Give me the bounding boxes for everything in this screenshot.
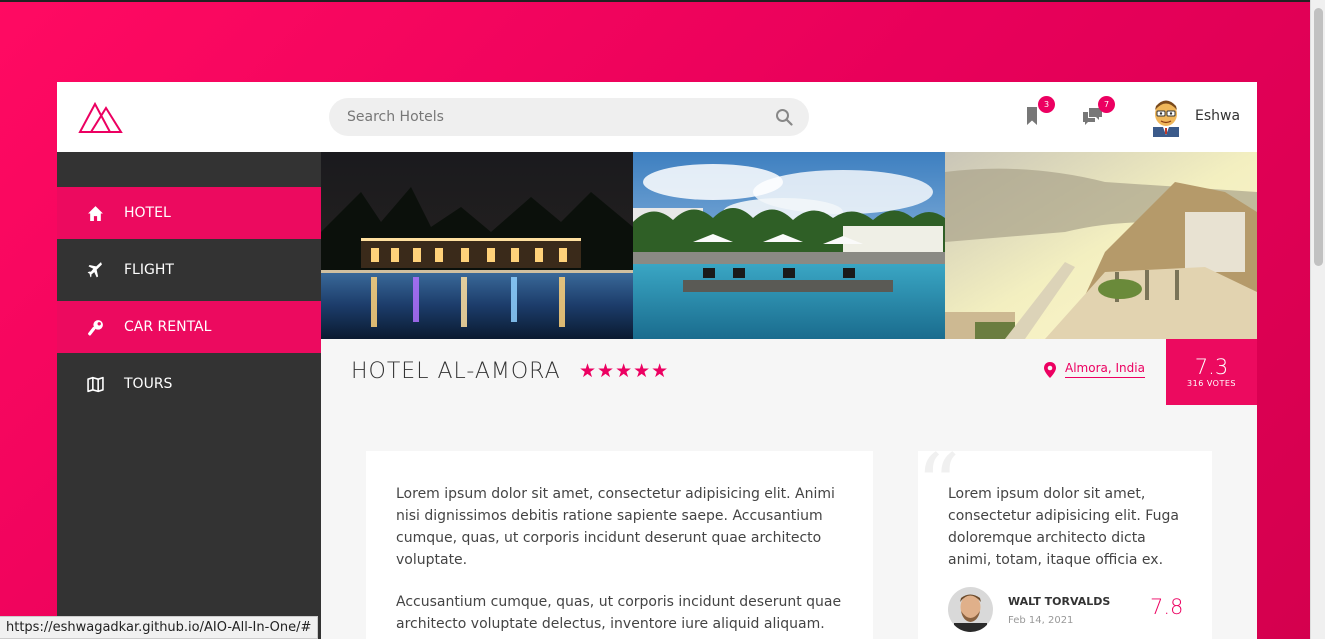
rating-box: 7.3 316 VOTES xyxy=(1166,339,1257,405)
hotel-title-bar: HOTEL AL-AMORA ★★★★★ Almora, India 7.3 3… xyxy=(321,339,1257,405)
location-pin-icon xyxy=(1044,361,1056,378)
scrollbar-thumb[interactable] xyxy=(1314,8,1323,266)
page-scrollbar[interactable] xyxy=(1310,0,1325,639)
review-card: “ Lorem ipsum dolor sit amet, consectetu… xyxy=(916,443,1212,639)
sidebar-item-car-rental[interactable]: CAR RENTAL xyxy=(57,301,321,353)
header: 3 7 Eshwa xyxy=(57,82,1257,152)
avatar[interactable] xyxy=(1149,97,1183,137)
search-bar xyxy=(329,98,809,136)
location-link[interactable]: Almora, India xyxy=(1065,361,1145,378)
link-status-bar: https://eshwagadkar.github.io/AIO-All-In… xyxy=(0,616,319,639)
bookmarks-button[interactable]: 3 xyxy=(1021,96,1055,128)
sidebar-item-hotel[interactable]: HOTEL xyxy=(57,187,321,239)
reviewer-avatar[interactable] xyxy=(948,587,993,632)
sidebar-item-label: TOURS xyxy=(124,376,173,392)
star-rating: ★★★★★ xyxy=(579,360,670,382)
sidebar-item-tours[interactable]: TOURS xyxy=(57,358,321,410)
hotel-name: HOTEL AL-AMORA xyxy=(351,359,561,384)
vote-count: 316 VOTES xyxy=(1187,379,1236,388)
map-icon xyxy=(87,376,104,392)
sidebar-item-flight[interactable]: FLIGHT xyxy=(57,244,321,296)
review-text: Lorem ipsum dolor sit amet, consectetur … xyxy=(948,486,1179,568)
app-container: 3 7 Eshwa HOTEL xyxy=(57,82,1257,639)
description-paragraph-1: Lorem ipsum dolor sit amet, consectetur … xyxy=(396,486,835,568)
review-date: Feb 14, 2021 xyxy=(1008,615,1074,626)
home-icon xyxy=(88,205,103,221)
hotel-photo-day-pool[interactable] xyxy=(633,152,945,339)
sidebar-item-label: FLIGHT xyxy=(124,262,174,278)
sidebar-item-label: CAR RENTAL xyxy=(124,319,212,335)
message-count-badge: 7 xyxy=(1098,96,1115,113)
reviewer-name: WALT TORVALDS xyxy=(1008,595,1111,608)
hotel-location: Almora, India xyxy=(1043,361,1145,378)
wrench-icon xyxy=(88,319,103,336)
description-card: Lorem ipsum dolor sit amet, consectetur … xyxy=(366,451,873,639)
window-top-border xyxy=(0,0,1310,2)
plane-icon xyxy=(87,261,102,277)
sidebar-item-label: HOTEL xyxy=(124,205,171,221)
review-score: 7.8 xyxy=(1150,595,1184,619)
reviewer: WALT TORVALDS Feb 14, 2021 7.8 xyxy=(948,587,1188,635)
hotel-photo-night-pool[interactable] xyxy=(321,152,633,339)
search-input[interactable] xyxy=(347,109,775,125)
sidebar: HOTEL FLIGHT CAR RENTAL TOURS xyxy=(57,152,321,639)
messages-button[interactable]: 7 xyxy=(1081,96,1115,128)
hotel-gallery xyxy=(321,152,1257,339)
username[interactable]: Eshwa xyxy=(1195,108,1240,124)
description-paragraph-2: Accusantium cumque, quas, ut corporis in… xyxy=(396,594,842,632)
logo-icon[interactable] xyxy=(77,100,123,134)
hotel-photo-terrace[interactable] xyxy=(945,152,1257,339)
hotel-score: 7.3 xyxy=(1194,355,1229,379)
bookmark-count-badge: 3 xyxy=(1038,96,1055,113)
search-icon[interactable] xyxy=(775,108,793,126)
